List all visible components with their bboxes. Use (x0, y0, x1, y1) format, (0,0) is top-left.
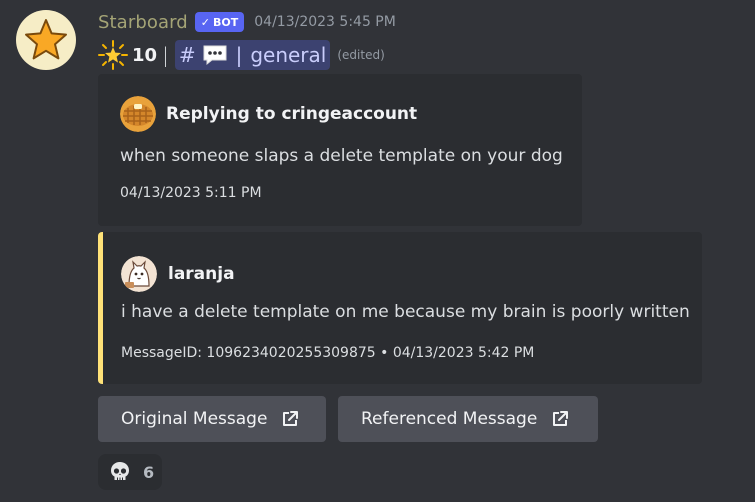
bot-badge: ✓ BOT (194, 12, 245, 32)
message-header: Starboard ✓ BOT 04/13/2023 5:45 PM (98, 10, 396, 34)
star-count: 10 (132, 44, 158, 66)
skull-reaction[interactable]: 6 (98, 454, 162, 490)
username[interactable]: Starboard (98, 12, 188, 33)
original-message-embed: laranja i have a delete template on me b… (98, 232, 702, 384)
original-message-label: Original Message (121, 409, 268, 429)
embed-author: Replying to cringeaccount (120, 96, 417, 132)
original-message-button[interactable]: Original Message (98, 396, 326, 442)
embed-author: laranja (121, 256, 235, 292)
cat-avatar (121, 256, 157, 292)
channel-name: general (250, 43, 327, 67)
embed-author-name[interactable]: laranja (168, 264, 235, 284)
reaction-count: 6 (143, 462, 155, 482)
channel-bar: | (235, 43, 243, 67)
bot-badge-label: BOT (213, 15, 239, 29)
embed-footer-text: MessageID: 1096234020255309875 • 04/13/2… (121, 345, 535, 361)
reply-embed: Replying to cringeaccount when someone s… (98, 74, 582, 226)
embed-footer: 04/13/2023 5:11 PM (120, 182, 262, 201)
embed-footer: MessageID: 1096234020255309875 • 04/13/2… (121, 342, 534, 361)
embed-description-text: when someone slaps a delete template on … (120, 146, 563, 166)
star-icon (25, 19, 67, 60)
message-content: 10 | # | general (edited) (98, 40, 385, 70)
embed-description: i have a delete template on me because m… (121, 302, 690, 322)
embed-description: when someone slaps a delete template on … (120, 146, 563, 166)
checkmark-icon: ✓ (200, 15, 211, 29)
external-link-icon (553, 411, 569, 426)
glowing-star-icon (98, 40, 128, 70)
separator: | (162, 43, 169, 67)
channel-hash: # (178, 43, 196, 67)
external-link-icon (283, 411, 299, 426)
embed-description-text: i have a delete template on me because m… (121, 302, 690, 322)
referenced-message-button[interactable]: Referenced Message (338, 396, 598, 442)
embed-footer-text: 04/13/2023 5:11 PM (120, 185, 262, 201)
embed-author-name[interactable]: Replying to cringeaccount (166, 104, 417, 124)
bot-avatar[interactable] (16, 10, 76, 70)
referenced-message-label: Referenced Message (361, 409, 538, 429)
channel-mention[interactable]: # | general (174, 40, 331, 70)
speech-bubble-icon (203, 45, 227, 66)
edited-label: (edited) (337, 48, 385, 62)
message-timestamp[interactable]: 04/13/2023 5:45 PM (254, 14, 396, 30)
waffle-avatar (120, 96, 156, 132)
skull-icon (111, 462, 129, 480)
